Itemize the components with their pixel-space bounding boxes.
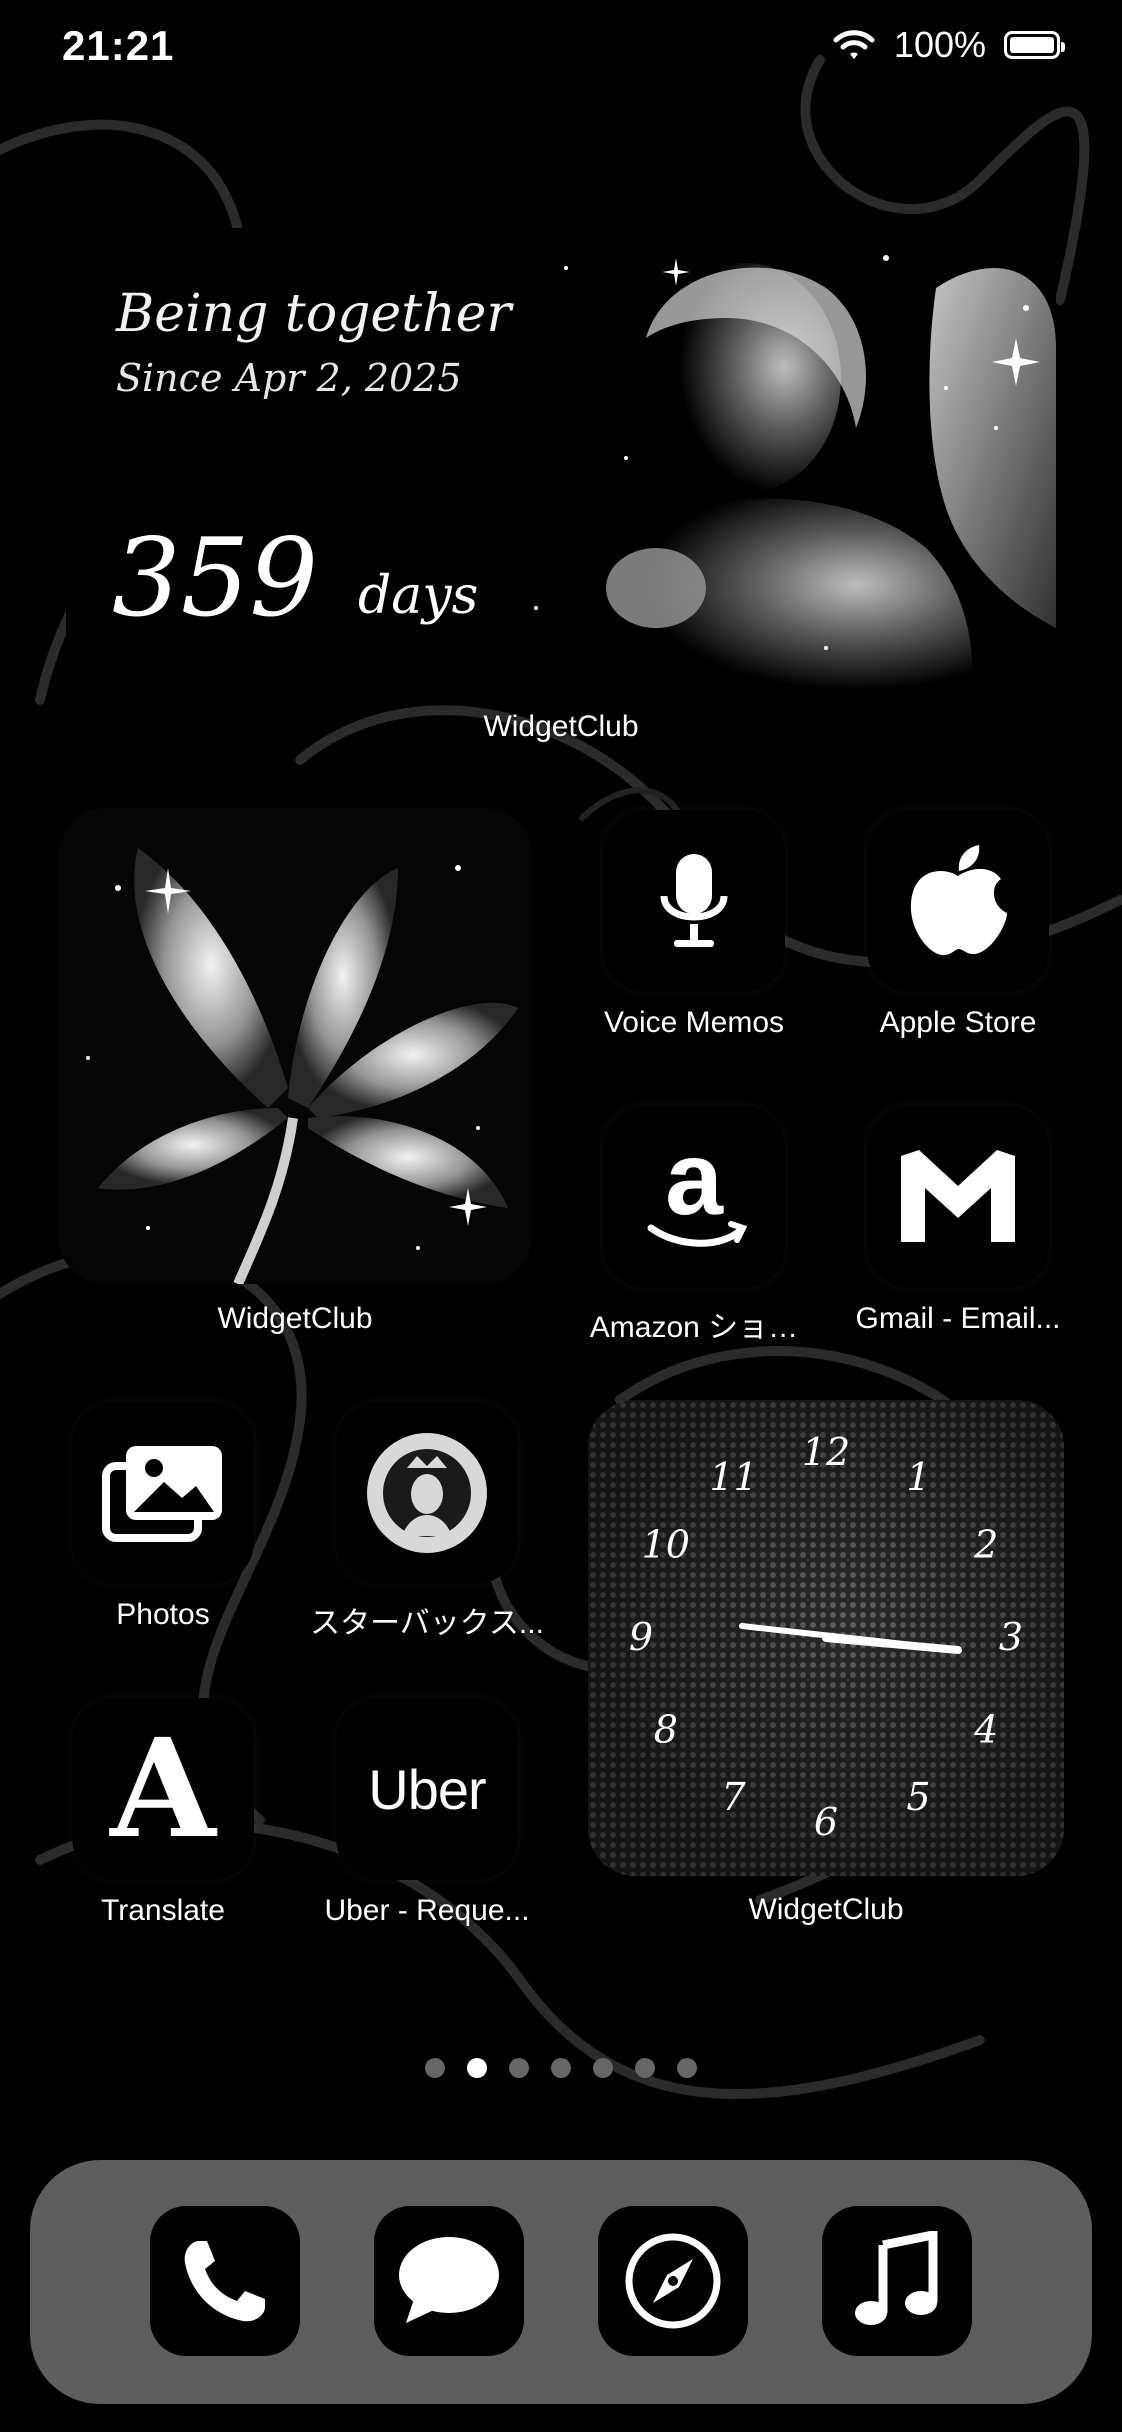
widget-title: Being together — [116, 284, 512, 344]
messages-icon — [399, 2237, 499, 2323]
clock-numeral: 2 — [973, 1523, 998, 1567]
app-label: スターバックス... — [310, 1607, 544, 1640]
svg-text:A: A — [108, 1724, 218, 1854]
phone-icon — [184, 2241, 265, 2322]
svg-text:a: a — [665, 1132, 724, 1237]
page-dot[interactable] — [467, 2058, 487, 2078]
app-label: Apple Store — [879, 1006, 1037, 1039]
widget-since-date: Since Apr 2, 2025 — [116, 356, 462, 400]
app-amazon[interactable]: a Amazon ショ… — [590, 1106, 798, 1344]
music-note-icon — [855, 2231, 938, 2325]
couple-days-widget[interactable]: Being together Since Apr 2, 2025 359 day… — [66, 228, 1056, 690]
safari-compass-icon — [625, 2233, 721, 2329]
analog-clock-face: 12 12 3 45 6 78 9 10 11 — [588, 1400, 1064, 1876]
clock-widget-label: WidgetClub — [748, 1893, 904, 1926]
status-icons: 100% — [832, 24, 1065, 66]
clock-numeral: 10 — [642, 1523, 690, 1567]
photos-icon — [102, 1446, 222, 1542]
clock-numeral: 8 — [654, 1708, 678, 1752]
clock-numeral: 11 — [709, 1455, 757, 1499]
page-dot[interactable] — [677, 2058, 697, 2078]
battery-percentage: 100% — [893, 24, 986, 65]
clock-widget[interactable]: 12 1 2 3 4 5 6 7 8 9 10 11 — [588, 1400, 1064, 1876]
lily-flower-image — [58, 808, 532, 1284]
lily-photo-widget[interactable] — [58, 808, 532, 1284]
clock-numeral: 7 — [721, 1775, 746, 1819]
app-translate[interactable]: A Translate — [72, 1698, 254, 1927]
battery-icon — [1004, 31, 1065, 59]
app-starbucks[interactable]: スターバックス... — [310, 1402, 544, 1640]
app-label: Gmail - Email... — [855, 1302, 1061, 1335]
starbucks-icon — [367, 1433, 487, 1553]
dock-safari-app[interactable] — [598, 2206, 748, 2356]
app-photos[interactable]: Photos — [72, 1402, 254, 1631]
app-apple-store[interactable]: Apple Store — [867, 810, 1049, 1039]
app-label: Uber - Reque... — [324, 1894, 530, 1927]
app-label: Translate — [101, 1894, 225, 1927]
clock-numeral: 9 — [629, 1615, 653, 1659]
translate-icon: A — [108, 1724, 218, 1854]
dock-messages-app[interactable] — [374, 2206, 524, 2356]
status-time: 21:21 — [62, 22, 175, 69]
clock-numeral: 6 — [814, 1800, 838, 1844]
page-dot[interactable] — [551, 2058, 571, 2078]
dock-phone-app[interactable] — [150, 2206, 300, 2356]
wifi-icon — [833, 30, 875, 59]
page-indicator[interactable] — [0, 2058, 1122, 2078]
app-label: Voice Memos — [603, 1006, 785, 1039]
microphone-icon — [660, 854, 728, 947]
clock-numeral: 5 — [906, 1775, 930, 1819]
app-uber[interactable]: Uber Uber - Reque... — [324, 1698, 530, 1927]
clock-numeral: 3 — [999, 1615, 1023, 1659]
app-label: Amazon ショ… — [589, 1311, 799, 1344]
page-dot[interactable] — [593, 2058, 613, 2078]
uber-icon: Uber — [368, 1757, 486, 1821]
clock-numeral: 1 — [906, 1455, 930, 1499]
gmail-icon — [901, 1150, 1015, 1242]
lily-widget-label: WidgetClub — [217, 1302, 373, 1335]
app-label: Photos — [116, 1598, 210, 1631]
dock — [30, 2160, 1092, 2404]
dock-music-app[interactable] — [822, 2206, 972, 2356]
page-dot[interactable] — [425, 2058, 445, 2078]
clock-numeral: 12 — [802, 1430, 850, 1474]
couple-widget-label: WidgetClub — [483, 710, 639, 743]
app-voice-memos[interactable]: Voice Memos — [603, 810, 785, 1039]
page-dot[interactable] — [635, 2058, 655, 2078]
page-dot[interactable] — [509, 2058, 529, 2078]
days-unit: days — [358, 566, 479, 626]
app-gmail[interactable]: Gmail - Email... — [855, 1106, 1061, 1335]
amazon-icon: a — [647, 1132, 748, 1247]
clock-numeral: 4 — [973, 1708, 998, 1752]
apple-icon — [910, 845, 1007, 956]
days-count: 359 — [112, 516, 319, 641]
